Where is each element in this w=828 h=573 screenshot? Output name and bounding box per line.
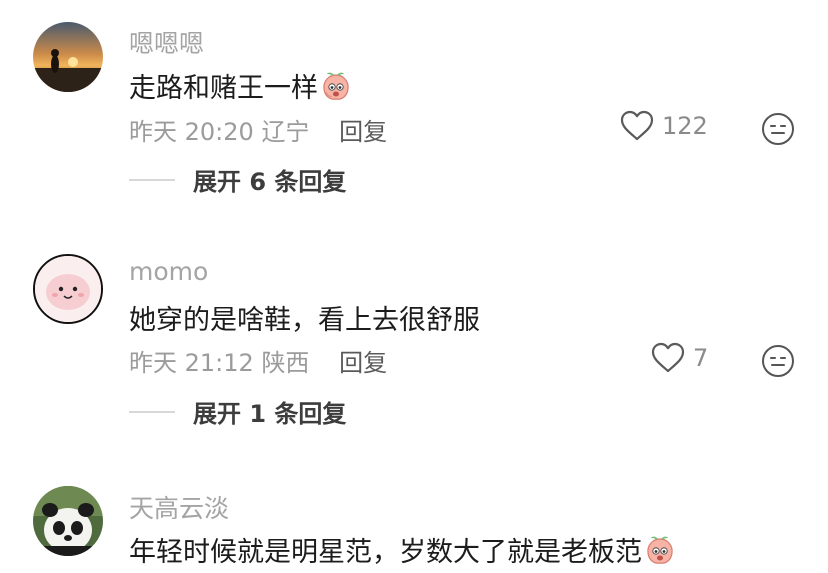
comment-item: 天高云淡 年轻时候就是明星范，岁数大了就是老板范 [0,0,828,573]
avatar[interactable] [33,486,103,556]
peach-emoji-icon [647,536,673,564]
comment-text: 年轻时候就是明星范，岁数大了就是老板范 [129,530,676,569]
comment-text-content: 年轻时候就是明星范，岁数大了就是老板范 [129,537,642,568]
username[interactable]: 天高云淡 [129,489,229,525]
